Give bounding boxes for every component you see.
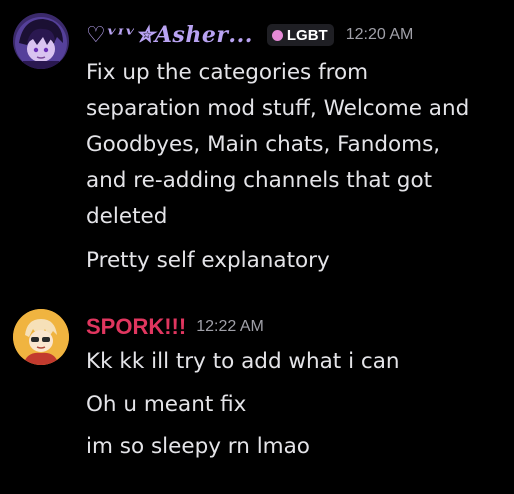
username[interactable]: SPORK!!! — [86, 314, 186, 340]
avatar-image — [13, 309, 69, 365]
message-group-asher: ♡ᵛᶦᵛ✮𝑨𝒔𝒉𝒆𝒓... LGBT 12:20 AM Fix up the c… — [0, 0, 514, 290]
message-text: Fix up the categories from — [86, 60, 369, 85]
role-tag-label: LGBT — [286, 26, 328, 44]
message-text: separation mod stuff, Welcome and — [86, 96, 470, 121]
username[interactable]: ♡ᵛᶦᵛ✮𝑨𝒔𝒉𝒆𝒓... — [86, 22, 253, 48]
message-text: Pretty self explanatory — [86, 248, 330, 273]
message-text: im so sleepy rn lmao — [86, 434, 310, 459]
avatar[interactable] — [13, 13, 69, 69]
message-header: SPORK!!! 12:22 AM — [86, 314, 264, 340]
avatar-image — [13, 13, 69, 69]
message-text: and re-adding channels that got — [86, 168, 433, 193]
avatar[interactable] — [13, 309, 69, 365]
role-tag[interactable]: LGBT — [266, 24, 334, 46]
message-text: Kk kk ill try to add what i can — [86, 349, 400, 374]
message-text: Oh u meant fix — [86, 392, 247, 417]
message-text: deleted — [86, 204, 168, 229]
message-text: Goodbyes, Main chats, Fandoms, — [86, 132, 441, 157]
message-group-spork: SPORK!!! 12:22 AM Kk kk ill try to add w… — [0, 296, 514, 494]
timestamp[interactable]: 12:22 AM — [196, 318, 264, 336]
message-header: ♡ᵛᶦᵛ✮𝑨𝒔𝒉𝒆𝒓... LGBT 12:20 AM — [86, 22, 413, 48]
role-color-dot — [271, 29, 283, 41]
timestamp[interactable]: 12:20 AM — [346, 26, 414, 44]
